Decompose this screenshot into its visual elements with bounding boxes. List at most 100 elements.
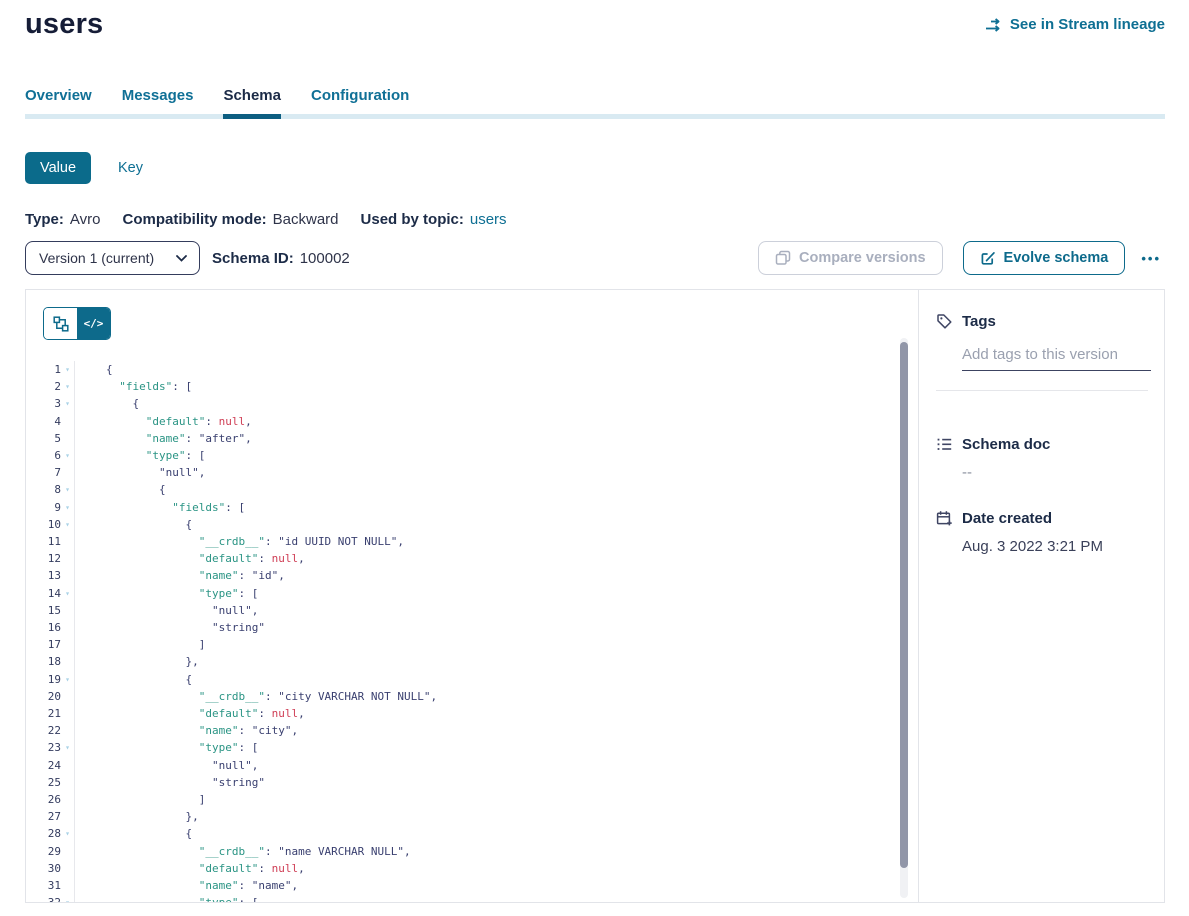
code-text: "__crdb__": "city VARCHAR NOT NULL", [74,688,918,705]
code-text: "default": null, [74,860,918,877]
code-line: 30 "default": null, [26,860,918,877]
code-line: 21 "default": null, [26,705,918,722]
compatibility-label: Compatibility mode: [122,211,266,228]
line-number: 23 [26,739,61,756]
schema-doc-header: Schema doc [936,436,1148,453]
schema-id-value: 100002 [300,250,350,267]
fold-arrow-icon[interactable]: ▾ [61,499,74,516]
code-line: 25 "string" [26,774,918,791]
scrollbar-thumb[interactable] [900,342,908,868]
schema-doc-value: -- [962,464,1148,481]
tab-messages[interactable]: Messages [122,87,194,119]
code-text: { [74,671,918,688]
line-number: 10 [26,516,61,533]
code-line: 26 ] [26,791,918,808]
code-line: 22 "name": "city", [26,722,918,739]
line-number: 13 [26,567,61,584]
code-line: 7 "null", [26,464,918,481]
line-number: 32 [26,894,61,902]
code-text: "name": "id", [74,567,918,584]
code-line: 14▾ "type": [ [26,585,918,602]
code-text: "default": null, [74,705,918,722]
evolve-schema-button[interactable]: Evolve schema [963,241,1126,275]
tab-overview[interactable]: Overview [25,87,92,119]
fold-arrow-icon[interactable]: ▾ [61,447,74,464]
fold-arrow-icon[interactable]: ▾ [61,378,74,395]
fold-spacer [61,430,74,447]
add-tags-input[interactable] [962,344,1151,371]
fold-arrow-icon[interactable]: ▾ [61,739,74,756]
line-number: 16 [26,619,61,636]
code-line: 11 "__crdb__": "id UUID NOT NULL", [26,533,918,550]
code-text: "type": [ [74,739,918,756]
schema-id: Schema ID: 100002 [212,250,350,267]
used-by-topic-label: Used by topic: [361,211,464,228]
page-title: users [25,8,103,41]
more-options-button[interactable]: ••• [1137,247,1165,270]
tab-schema[interactable]: Schema [223,87,281,119]
tab-configuration[interactable]: Configuration [311,87,409,119]
code-text: }, [74,808,918,825]
fold-spacer [61,602,74,619]
fold-spacer [61,791,74,808]
schema-meta-row: Type: Avro Compatibility mode: Backward … [25,211,1165,228]
fold-arrow-icon[interactable]: ▾ [61,671,74,688]
editor-view-toggle: </> [43,307,111,340]
sidebar-divider [936,390,1148,391]
code-line: 23▾ "type": [ [26,739,918,756]
code-line: 20 "__crdb__": "city VARCHAR NOT NULL", [26,688,918,705]
fold-arrow-icon[interactable]: ▾ [61,361,74,378]
calendar-plus-icon [936,510,953,527]
fold-arrow-icon[interactable]: ▾ [61,894,74,902]
code-text: }, [74,653,918,670]
code-line: 27 }, [26,808,918,825]
value-toggle-button[interactable]: Value [25,152,91,184]
code-text: "null", [74,602,918,619]
meta-compatibility: Compatibility mode: Backward [122,211,338,228]
compare-versions-button[interactable]: Compare versions [758,241,943,275]
fold-arrow-icon[interactable]: ▾ [61,825,74,842]
code-text: { [74,361,918,378]
fold-arrow-icon[interactable]: ▾ [61,585,74,602]
line-number: 26 [26,791,61,808]
value-key-toggle: Value Key [25,152,1165,184]
fold-arrow-icon[interactable]: ▾ [61,481,74,498]
fold-spacer [61,688,74,705]
line-number: 28 [26,825,61,842]
key-toggle-button[interactable]: Key [118,152,143,184]
date-created-value: Aug. 3 2022 3:21 PM [962,538,1148,555]
line-number: 4 [26,413,61,430]
code-view-button[interactable]: </> [77,308,110,339]
code-text: { [74,825,918,842]
code-text: "name": "after", [74,430,918,447]
code-line: 17 ] [26,636,918,653]
code-text: "default": null, [74,550,918,567]
version-select[interactable]: Version 1 (current) [25,241,200,275]
tab-bar: Overview Messages Schema Configuration [25,87,1165,119]
code-line: 10▾ { [26,516,918,533]
code-text: "name": "city", [74,722,918,739]
tags-title: Tags [962,313,996,330]
schema-editor-panel: </> 1▾{2▾ "fields": [3▾ {4 "default": nu… [26,290,918,902]
fold-spacer [61,567,74,584]
code-line: 28▾ { [26,825,918,842]
editor-scrollbar[interactable] [900,338,908,898]
stream-lineage-link[interactable]: See in Stream lineage [985,16,1165,33]
code-text: "string" [74,619,918,636]
fold-spacer [61,843,74,860]
code-line: 18 }, [26,653,918,670]
topic-link[interactable]: users [470,211,507,228]
code-line: 1▾{ [26,361,918,378]
version-select-value: Version 1 (current) [39,250,154,266]
code-line: 5 "name": "after", [26,430,918,447]
schema-code-editor[interactable]: 1▾{2▾ "fields": [3▾ {4 "default": null,5… [26,361,918,902]
code-line: 9▾ "fields": [ [26,499,918,516]
fold-arrow-icon[interactable]: ▾ [61,516,74,533]
fold-arrow-icon[interactable]: ▾ [61,395,74,412]
fold-spacer [61,774,74,791]
list-icon [936,436,953,453]
line-number: 7 [26,464,61,481]
line-number: 31 [26,877,61,894]
line-number: 11 [26,533,61,550]
tree-view-button[interactable] [44,308,77,339]
